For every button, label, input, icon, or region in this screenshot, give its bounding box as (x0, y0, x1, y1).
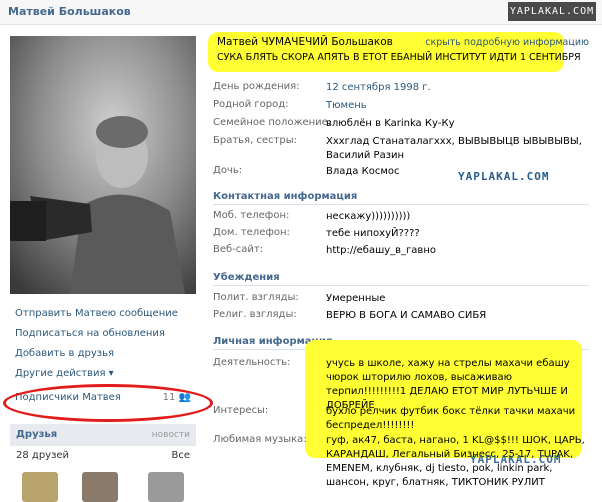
window-header: Матвей Большаков YAPLAKAL.COM (0, 0, 602, 25)
profile-status[interactable]: СУКА БЛЯТЬ СКОРА АПЯТЬ В ЕТОТ ЕБАНЫЙ ИНС… (217, 52, 581, 63)
profile-actions: Отправить Матвею сообщение Подписаться н… (15, 304, 195, 384)
info-value: тебе нипохуЙ???? (326, 228, 420, 239)
info-value[interactable]: 12 сентября 1998 г. (326, 81, 591, 95)
section-contact-title: Контактная информация (213, 191, 589, 205)
profile-photo (10, 36, 196, 294)
info-label: Дочь: (213, 165, 243, 176)
send-message-link[interactable]: Отправить Матвею сообщение (15, 304, 195, 324)
subscribe-link[interactable]: Подписаться на обновления (15, 324, 195, 344)
info-label: Семейное положение: (213, 117, 332, 128)
info-value: нескажу)))))))))) (326, 211, 411, 222)
friends-count: 28 друзей (16, 450, 70, 461)
info-value[interactable]: Хххглад Станаталагххх, ВЫВЫВЫЦВ ЫВЫВЫВЫ,… (326, 135, 591, 163)
red-highlight-ellipse (3, 384, 213, 422)
friends-header: Друзья новости (10, 424, 196, 446)
info-label: Братья, сестры: (213, 135, 298, 146)
info-label: Любимая музыка: (213, 434, 307, 445)
friend-avatar[interactable] (148, 472, 184, 502)
site-watermark-top: YAPLAKAL.COM (508, 2, 596, 21)
info-label: Дом. телефон: (213, 227, 290, 238)
friends-block: Друзья новости 28 друзей Все (10, 424, 196, 502)
info-value: бухло релчик футбик бокс тёлки тачки мах… (326, 406, 576, 431)
page-title: Матвей Большаков (8, 5, 131, 18)
info-value[interactable]: Умеренные (326, 292, 591, 306)
friends-title[interactable]: Друзья (16, 429, 57, 440)
site-watermark-middle: YAPLAKAL.COM (458, 170, 550, 183)
site-watermark-bottom: YAPLAKAL.COM (470, 453, 562, 466)
profile-name: Матвей ЧУМАЧЕЧИЙ Большаков (217, 36, 393, 48)
info-label: Родной город: (213, 99, 289, 110)
friend-avatar[interactable] (82, 472, 118, 502)
info-label: Интересы: (213, 405, 269, 416)
info-label: Моб. телефон: (213, 210, 290, 221)
info-label: Веб-сайт: (213, 244, 264, 255)
friend-avatar[interactable] (22, 472, 58, 502)
friends-news-link[interactable]: новости (152, 424, 190, 446)
section-beliefs-title: Убеждения (213, 272, 589, 286)
add-friend-link[interactable]: Добавить в друзья (15, 344, 195, 364)
hide-details-link[interactable]: скрыть подробную информацию (425, 37, 589, 48)
other-actions-dropdown[interactable]: Другие действия ▾ (15, 364, 195, 384)
friends-subheader: 28 друзей Все (10, 446, 196, 466)
info-label: Религ. взгляды: (213, 309, 297, 320)
info-value[interactable]: Тюмень (326, 99, 591, 113)
info-label: Полит. взгляды: (213, 292, 299, 303)
profile-info-column: Матвей ЧУМАЧЕЧИЙ Большаков скрыть подроб… (205, 24, 597, 489)
info-value[interactable]: http://ебашу_в_гавно (326, 244, 591, 258)
info-label: День рождения: (213, 81, 300, 92)
friends-all-link[interactable]: Все (171, 446, 190, 466)
info-value[interactable]: влюблён в Karinka Ку-Ку (326, 117, 591, 131)
left-column: Отправить Матвею сообщение Подписаться н… (0, 24, 213, 502)
info-value[interactable]: ВЕРЮ В БОГА И САМАВО СИБЯ (326, 309, 591, 323)
info-label: Деятельность: (213, 357, 291, 368)
